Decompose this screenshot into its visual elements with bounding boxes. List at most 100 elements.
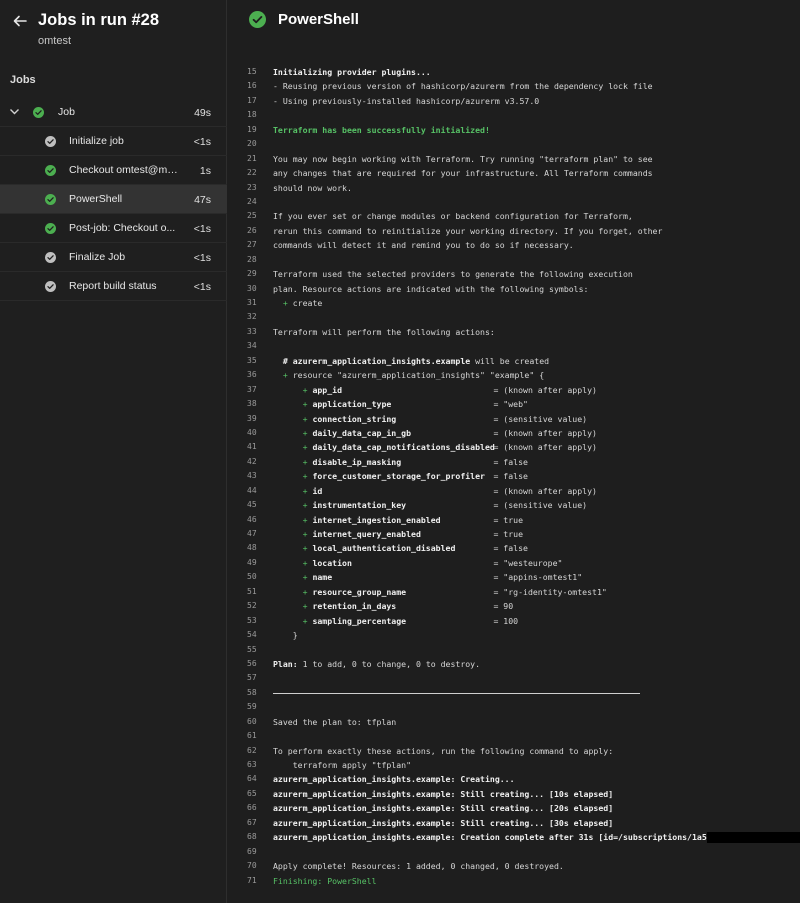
log-output[interactable]: 15 Initializing provider plugins... 16 - Re… [228,65,800,888]
log-text: azurerm_application_insights.example: Cr… [273,774,515,785]
line-text: + app_id = (known after apply) [273,383,800,397]
step-label: Initialize job [69,135,124,147]
line-number: 28 [247,254,257,264]
attribute-name: app_id [312,384,343,395]
job-list: Job 49s Initialize job <1s Checkout omtest… [0,98,227,301]
line-number: 47 [247,529,257,538]
line-number: 57 [247,673,257,683]
line-text: + force_customer_storage_for_profiler = f… [273,469,800,483]
line-text: + resource_group_name = "rg-identity-omte… [273,585,800,599]
line-number: 40 [247,427,257,437]
log-panel: PowerShell 15 Initializing provider plugi… [228,0,800,903]
log-line: 29 Terraform used the selected providers … [228,267,800,281]
step-row[interactable]: Initialize job <1s [0,127,227,156]
line-text: If you ever set or change modules or bac… [273,209,800,223]
attribute-name: name [312,572,333,583]
log-text: any changes that are required for your i… [273,168,653,179]
log-text: commands will detect it and remind you t… [273,240,574,251]
line-number: 60 [247,716,257,726]
line-number: 50 [247,572,257,582]
done-check-icon [45,281,56,292]
step-row[interactable]: PowerShell 47s [0,185,227,214]
line-number: 46 [247,514,257,524]
log-line: 57 [228,671,800,685]
attribute-value: = 90 [493,601,514,612]
separator-rule [273,692,640,694]
attribute-name: id [312,485,323,496]
line-number: 22 [247,168,257,178]
line-number: 39 [247,413,257,423]
log-line: 63 terraform apply "tfplan" [228,758,800,772]
line-number: 24 [247,196,257,206]
log-line: 44 + id = (known after apply) [228,484,800,498]
line-number: 51 [247,586,257,596]
success-check-icon [45,223,56,234]
line-number: 26 [247,225,257,235]
line-number: 48 [247,543,257,553]
log-line: 49 + location = "westeurope" [228,556,800,570]
line-number: 68 [247,832,257,842]
log-line: 46 + internet_ingestion_enabled = true [228,513,800,527]
log-line: 66 azurerm_application_insights.example: … [228,801,800,815]
log-text: plan. Resource actions are indicated wit… [273,283,589,294]
line-text: Saved the plan to: tfplan [273,715,800,729]
step-row[interactable]: Checkout omtest@mai... 1s [0,156,227,185]
line-number: 23 [247,182,257,192]
line-text: + sampling_percentage = 100 [273,614,800,628]
line-text: Finishing: PowerShell [273,874,800,888]
line-number: 44 [247,485,257,495]
attribute-name: location [312,557,352,568]
line-text: + local_authentication_disabled = false [273,541,800,555]
log-line: 64 azurerm_application_insights.example: … [228,772,800,786]
log-line: 71 Finishing: PowerShell [228,874,800,888]
line-number: 52 [247,601,257,611]
log-line: 51 + resource_group_name = "rg-identity-o… [228,585,800,599]
attribute-value: = 100 [493,615,519,626]
plan-summary: 1 to add, 0 to change, 0 to destroy. [297,658,481,669]
line-number: 67 [247,817,257,827]
line-text: terraform apply "tfplan" [273,758,800,772]
chevron-down-icon[interactable] [9,106,21,118]
attribute-value: = true [493,529,524,539]
run-title: Jobs in run #28 [38,11,160,29]
line-number: 43 [247,471,257,481]
log-text: Saved the plan to: tfplan [273,716,397,727]
step-row[interactable]: Report build status <1s [0,272,227,301]
log-text: azurerm_application_insights.example: St… [273,803,614,814]
line-text: azurerm_application_insights.example: St… [273,816,800,830]
attribute-value: = (sensitive value) [493,500,588,511]
arrow-left-icon[interactable] [13,14,29,30]
log-line: 18 [228,108,800,122]
log-line: 65 azurerm_application_insights.example: … [228,787,800,801]
success-check-icon [33,107,44,118]
line-number: 56 [247,658,257,668]
job-row[interactable]: Job 49s [0,98,227,127]
step-duration: <1s [193,223,211,235]
log-line: 27 commands will detect it and remind you… [228,238,800,252]
attribute-name: daily_data_cap_in_gb [312,427,412,438]
attribute-value: = (sensitive value) [493,413,588,424]
step-row[interactable]: Post-job: Checkout o... <1s [0,214,227,243]
log-line: 70 Apply complete! Resources: 1 added, 0 … [228,859,800,873]
log-line: 26 rerun this command to reinitialize you… [228,224,800,238]
step-row[interactable]: Finalize Job <1s [0,243,227,272]
line-text: azurerm_application_insights.example: St… [273,801,800,815]
log-text: Initializing provider plugins... [273,67,431,77]
attribute-value: = (known after apply) [493,384,597,395]
line-number: 64 [247,774,257,784]
step-label: Finalize Job [69,251,126,263]
attribute-value: = (known after apply) [493,485,597,496]
log-text: rerun this command to reinitialize your … [273,225,663,236]
log-line: 62 To perform exactly these actions, run … [228,744,800,758]
log-text: - Reusing previous version of hashicorp/… [273,81,653,92]
attribute-name: disable_ip_masking [312,456,402,467]
step-duration: <1s [193,281,211,293]
attribute-name: connection_string [312,413,397,424]
log-line: 45 + instrumentation_key = (sensitive val… [228,498,800,512]
attribute-value: = "web" [493,399,528,410]
attribute-name: application_type [312,399,392,410]
log-line: 69 [228,845,800,859]
log-line: 42 + disable_ip_masking = false [228,455,800,469]
step-duration: 47s [194,194,211,206]
log-line: 39 + connection_string = (sensitive value… [228,412,800,426]
